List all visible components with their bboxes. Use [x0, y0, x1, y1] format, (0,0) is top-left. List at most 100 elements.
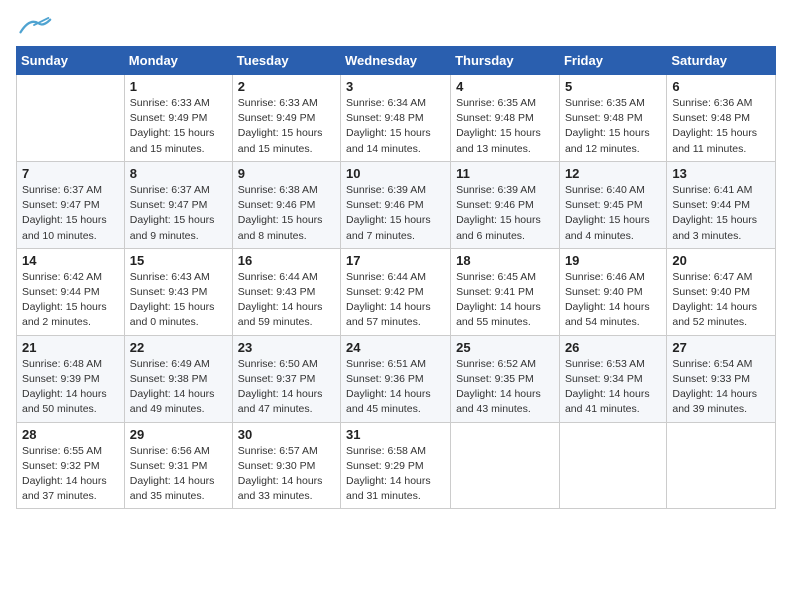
calendar-cell: 4 Sunrise: 6:35 AM Sunset: 9:48 PM Daylig… [451, 75, 560, 162]
day-number: 31 [346, 427, 445, 442]
calendar-week-row: 1 Sunrise: 6:33 AM Sunset: 9:49 PM Daylig… [17, 75, 776, 162]
day-info: Sunrise: 6:47 AM Sunset: 9:40 PM Dayligh… [672, 270, 770, 331]
day-info: Sunrise: 6:34 AM Sunset: 9:48 PM Dayligh… [346, 96, 445, 157]
day-number: 23 [238, 340, 335, 355]
calendar-cell: 17Sunrise: 6:44 AM Sunset: 9:42 PM Dayli… [341, 248, 451, 335]
day-number: 29 [130, 427, 227, 442]
day-info: Sunrise: 6:37 AM Sunset: 9:47 PM Dayligh… [22, 183, 119, 244]
calendar-cell: 5 Sunrise: 6:35 AM Sunset: 9:48 PM Daylig… [559, 75, 666, 162]
day-info: Sunrise: 6:35 AM Sunset: 9:48 PM Dayligh… [565, 96, 661, 157]
day-number: 1 [130, 79, 227, 94]
calendar-cell: 23 Sunrise: 6:50 AM Sunset: 9:37 PM Dayli… [232, 335, 340, 422]
day-info: Sunrise: 6:39 AM Sunset: 9:46 PM Dayligh… [456, 183, 554, 244]
day-info: Sunrise: 6:44 AM Sunset: 9:43 PM Dayligh… [238, 270, 335, 331]
calendar-cell: 20Sunrise: 6:47 AM Sunset: 9:40 PM Dayli… [667, 248, 776, 335]
day-number: 6 [672, 79, 770, 94]
day-info: Sunrise: 6:54 AM Sunset: 9:33 PM Dayligh… [672, 357, 770, 418]
calendar-cell: 14 Sunrise: 6:42 AM Sunset: 9:44 PM Dayli… [17, 248, 125, 335]
day-number: 3 [346, 79, 445, 94]
calendar-cell: 7 Sunrise: 6:37 AM Sunset: 9:47 PM Daylig… [17, 161, 125, 248]
calendar-cell: 25Sunrise: 6:52 AM Sunset: 9:35 PM Dayli… [451, 335, 560, 422]
day-number: 18 [456, 253, 554, 268]
day-info: Sunrise: 6:35 AM Sunset: 9:48 PM Dayligh… [456, 96, 554, 157]
calendar-cell: 28 Sunrise: 6:55 AM Sunset: 9:32 PM Dayli… [17, 422, 125, 509]
day-info: Sunrise: 6:41 AM Sunset: 9:44 PM Dayligh… [672, 183, 770, 244]
day-number: 13 [672, 166, 770, 181]
day-number: 19 [565, 253, 661, 268]
calendar-cell [451, 422, 560, 509]
calendar-cell [559, 422, 666, 509]
day-number: 28 [22, 427, 119, 442]
day-number: 4 [456, 79, 554, 94]
calendar-cell: 10Sunrise: 6:39 AM Sunset: 9:46 PM Dayli… [341, 161, 451, 248]
day-info: Sunrise: 6:40 AM Sunset: 9:45 PM Dayligh… [565, 183, 661, 244]
day-number: 17 [346, 253, 445, 268]
day-number: 8 [130, 166, 227, 181]
day-info: Sunrise: 6:51 AM Sunset: 9:36 PM Dayligh… [346, 357, 445, 418]
calendar-cell: 16Sunrise: 6:44 AM Sunset: 9:43 PM Dayli… [232, 248, 340, 335]
day-info: Sunrise: 6:39 AM Sunset: 9:46 PM Dayligh… [346, 183, 445, 244]
calendar-cell: 26Sunrise: 6:53 AM Sunset: 9:34 PM Dayli… [559, 335, 666, 422]
calendar-cell: 15Sunrise: 6:43 AM Sunset: 9:43 PM Dayli… [124, 248, 232, 335]
calendar-cell: 1 Sunrise: 6:33 AM Sunset: 9:49 PM Daylig… [124, 75, 232, 162]
calendar-cell: 21 Sunrise: 6:48 AM Sunset: 9:39 PM Dayli… [17, 335, 125, 422]
calendar-cell: 18 Sunrise: 6:45 AM Sunset: 9:41 PM Dayli… [451, 248, 560, 335]
page-header [16, 16, 776, 36]
day-number: 30 [238, 427, 335, 442]
calendar-cell: 9 Sunrise: 6:38 AM Sunset: 9:46 PM Daylig… [232, 161, 340, 248]
calendar-cell: 13 Sunrise: 6:41 AM Sunset: 9:44 PM Dayli… [667, 161, 776, 248]
day-number: 21 [22, 340, 119, 355]
calendar-cell [667, 422, 776, 509]
header-friday: Friday [559, 47, 666, 75]
day-number: 2 [238, 79, 335, 94]
day-number: 12 [565, 166, 661, 181]
day-number: 25 [456, 340, 554, 355]
day-number: 9 [238, 166, 335, 181]
logo-bird-icon [16, 16, 52, 36]
calendar-cell: 19 Sunrise: 6:46 AM Sunset: 9:40 PM Dayli… [559, 248, 666, 335]
calendar-cell: 8 Sunrise: 6:37 AM Sunset: 9:47 PM Daylig… [124, 161, 232, 248]
calendar-table: SundayMondayTuesdayWednesdayThursdayFrid… [16, 46, 776, 509]
day-number: 7 [22, 166, 119, 181]
calendar-cell: 12 Sunrise: 6:40 AM Sunset: 9:45 PM Dayli… [559, 161, 666, 248]
day-number: 26 [565, 340, 661, 355]
day-info: Sunrise: 6:38 AM Sunset: 9:46 PM Dayligh… [238, 183, 335, 244]
day-info: Sunrise: 6:37 AM Sunset: 9:47 PM Dayligh… [130, 183, 227, 244]
calendar-cell [17, 75, 125, 162]
day-info: Sunrise: 6:33 AM Sunset: 9:49 PM Dayligh… [238, 96, 335, 157]
calendar-cell: 3 Sunrise: 6:34 AM Sunset: 9:48 PM Daylig… [341, 75, 451, 162]
day-number: 27 [672, 340, 770, 355]
calendar-week-row: 14 Sunrise: 6:42 AM Sunset: 9:44 PM Dayli… [17, 248, 776, 335]
day-info: Sunrise: 6:42 AM Sunset: 9:44 PM Dayligh… [22, 270, 119, 331]
day-number: 22 [130, 340, 227, 355]
day-info: Sunrise: 6:48 AM Sunset: 9:39 PM Dayligh… [22, 357, 119, 418]
day-info: Sunrise: 6:36 AM Sunset: 9:48 PM Dayligh… [672, 96, 770, 157]
day-info: Sunrise: 6:45 AM Sunset: 9:41 PM Dayligh… [456, 270, 554, 331]
calendar-week-row: 21 Sunrise: 6:48 AM Sunset: 9:39 PM Dayli… [17, 335, 776, 422]
day-info: Sunrise: 6:55 AM Sunset: 9:32 PM Dayligh… [22, 444, 119, 505]
day-number: 5 [565, 79, 661, 94]
calendar-week-row: 7 Sunrise: 6:37 AM Sunset: 9:47 PM Daylig… [17, 161, 776, 248]
day-info: Sunrise: 6:33 AM Sunset: 9:49 PM Dayligh… [130, 96, 227, 157]
calendar-cell: 11Sunrise: 6:39 AM Sunset: 9:46 PM Dayli… [451, 161, 560, 248]
day-info: Sunrise: 6:58 AM Sunset: 9:29 PM Dayligh… [346, 444, 445, 505]
day-info: Sunrise: 6:50 AM Sunset: 9:37 PM Dayligh… [238, 357, 335, 418]
calendar-cell: 2 Sunrise: 6:33 AM Sunset: 9:49 PM Daylig… [232, 75, 340, 162]
header-wednesday: Wednesday [341, 47, 451, 75]
day-number: 24 [346, 340, 445, 355]
header-thursday: Thursday [451, 47, 560, 75]
header-saturday: Saturday [667, 47, 776, 75]
calendar-cell: 27 Sunrise: 6:54 AM Sunset: 9:33 PM Dayli… [667, 335, 776, 422]
day-info: Sunrise: 6:49 AM Sunset: 9:38 PM Dayligh… [130, 357, 227, 418]
day-number: 14 [22, 253, 119, 268]
calendar-cell: 29 Sunrise: 6:56 AM Sunset: 9:31 PM Dayli… [124, 422, 232, 509]
calendar-cell: 30 Sunrise: 6:57 AM Sunset: 9:30 PM Dayli… [232, 422, 340, 509]
calendar-cell: 6 Sunrise: 6:36 AM Sunset: 9:48 PM Daylig… [667, 75, 776, 162]
header-tuesday: Tuesday [232, 47, 340, 75]
calendar-cell: 31 Sunrise: 6:58 AM Sunset: 9:29 PM Dayli… [341, 422, 451, 509]
day-info: Sunrise: 6:56 AM Sunset: 9:31 PM Dayligh… [130, 444, 227, 505]
day-info: Sunrise: 6:46 AM Sunset: 9:40 PM Dayligh… [565, 270, 661, 331]
calendar-week-row: 28 Sunrise: 6:55 AM Sunset: 9:32 PM Dayli… [17, 422, 776, 509]
calendar-header-row: SundayMondayTuesdayWednesdayThursdayFrid… [17, 47, 776, 75]
day-info: Sunrise: 6:57 AM Sunset: 9:30 PM Dayligh… [238, 444, 335, 505]
